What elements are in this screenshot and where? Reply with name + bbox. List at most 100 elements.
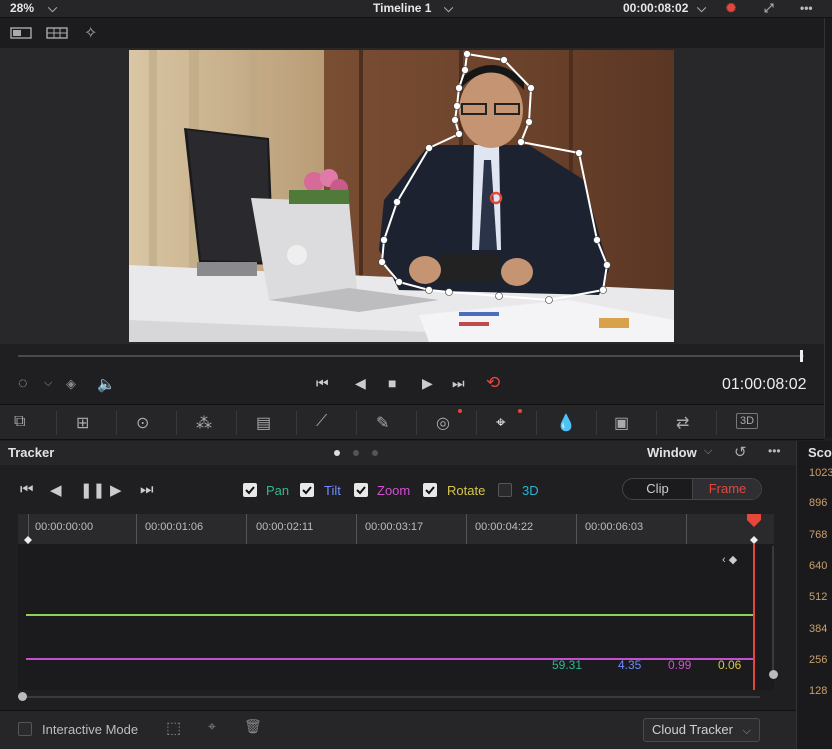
cloud-tracker-label: Cloud Tracker xyxy=(652,722,733,737)
clip-mode-button[interactable]: Clip xyxy=(623,479,692,499)
scopes-title: Scop xyxy=(808,445,832,460)
stop-icon[interactable]: ■ xyxy=(388,375,396,391)
mask-mode-icon[interactable]: ◌ xyxy=(18,375,28,393)
graph-playhead[interactable] xyxy=(753,544,755,690)
rotate-label: Rotate xyxy=(447,483,486,498)
curves-icon[interactable]: ⟋ xyxy=(316,413,338,433)
play-icon[interactable]: ▶ xyxy=(422,375,433,392)
cloud-tracker-chevron-icon: ⌵ xyxy=(742,725,751,737)
scope-level-1023: 1023 xyxy=(809,467,832,479)
loop-icon[interactable]: ⟲ xyxy=(486,373,500,393)
split-view-icon[interactable] xyxy=(10,27,32,39)
zoom-curve[interactable] xyxy=(26,658,754,660)
track-forward-icon[interactable]: ▶ xyxy=(110,481,122,499)
color-wheel-icon[interactable]: ✺ xyxy=(726,1,736,15)
color-match-icon[interactable]: ⊞ xyxy=(76,413,98,433)
tracker-icon[interactable]: ⌖ xyxy=(496,413,518,433)
play-reverse-icon[interactable]: ◀ xyxy=(355,375,366,392)
ruler-tick-3: 00:00:03:17 xyxy=(365,521,424,533)
tilt-checkbox[interactable] xyxy=(300,483,314,497)
graph-h-scroll-handle[interactable] xyxy=(18,692,27,701)
tracker-title: Tracker xyxy=(8,445,55,460)
camera-raw-icon[interactable]: ⧉ xyxy=(14,413,36,433)
timeline-name[interactable]: Timeline 1 xyxy=(373,1,431,15)
timeline-dropdown-icon[interactable]: ⌵ xyxy=(444,1,453,16)
timecode-dropdown-icon[interactable]: ⌵ xyxy=(697,1,706,16)
key-icon[interactable]: ▣ xyxy=(614,413,636,433)
scopes-panel: Scop 1023 896 768 640 512 384 256 128 xyxy=(796,441,832,749)
tracker-bottom-bar: Interactive Mode ⬚ ⌖ 🗑 Cloud Tracker ⌵ xyxy=(0,710,796,749)
tracker-options-icon[interactable]: ••• xyxy=(768,444,781,458)
reset-icon[interactable]: ↺ xyxy=(734,443,747,461)
playhead-marker-icon[interactable] xyxy=(747,514,761,528)
rgb-mixer-icon[interactable]: ⁂ xyxy=(196,413,218,433)
interactive-mode-checkbox[interactable] xyxy=(18,722,32,736)
pan-curve[interactable] xyxy=(26,614,754,616)
delete-point-icon[interactable]: 🗑 xyxy=(244,718,262,735)
magic-wand-icon[interactable]: ✧ xyxy=(84,23,97,43)
tracker-mode-dropdown-icon[interactable]: ⌵ xyxy=(704,445,712,458)
zoom-level[interactable]: 28% xyxy=(10,1,34,15)
zoom-dropdown-icon[interactable]: ⌵ xyxy=(48,1,57,16)
track-to-end-icon[interactable]: ⏭ xyxy=(140,481,154,498)
scope-level-896: 896 xyxy=(809,497,828,509)
frame-mode-button[interactable]: Frame xyxy=(692,479,761,499)
layers-icon[interactable]: ◈ xyxy=(66,376,76,392)
page-dot-3[interactable] xyxy=(372,450,378,456)
ruler-tick-2: 00:00:02:11 xyxy=(256,521,314,533)
tracker-active-dot xyxy=(518,409,522,413)
color-palette-bar: ⧉ ⊞ ⊙ ⁂ ▤ ⟋ ✎ ◎ ⌖ 💧 ▣ ⇄ 3D xyxy=(0,404,824,440)
add-point-icon[interactable]: ⌖ xyxy=(208,718,216,735)
video-frame xyxy=(129,50,674,342)
video-frame-image xyxy=(129,50,674,342)
motion-effects-icon[interactable]: ▤ xyxy=(256,413,278,433)
scope-level-256: 256 xyxy=(809,654,828,666)
scope-level-768: 768 xyxy=(809,529,828,541)
go-to-start-icon[interactable]: ⏮ xyxy=(316,375,329,392)
zoom-value: 0.99 xyxy=(668,658,692,672)
tracker-mode-select[interactable]: Window xyxy=(647,445,697,460)
rotate-checkbox[interactable] xyxy=(423,483,437,497)
page-dot-2[interactable] xyxy=(353,450,359,456)
graph-h-scroll-track[interactable] xyxy=(18,696,760,698)
tracker-header: Tracker Window ⌵ ↺ ••• xyxy=(0,441,796,465)
viewer-scrollbar[interactable] xyxy=(824,18,832,438)
primaries-icon[interactable]: ⊙ xyxy=(136,413,158,433)
graph-v-scroll-handle[interactable] xyxy=(769,670,778,679)
page-dot-1[interactable] xyxy=(334,450,340,456)
viewer-tool-row: ✧ xyxy=(0,18,832,48)
viewer-top-bar: 28% ⌵ Timeline 1 ⌵ 00:00:08:02 ⌵ ✺ ⤢ ••• xyxy=(0,0,832,18)
tracker-ruler[interactable]: 00:00:00:00 00:00:01:06 00:00:02:11 00:0… xyxy=(18,514,774,544)
ruler-tick-5: 00:00:06:03 xyxy=(585,521,644,533)
ruler-tick-1: 00:00:01:06 xyxy=(145,521,204,533)
transport-timecode: 01:00:08:02 xyxy=(722,376,807,393)
mask-mode-dropdown-icon[interactable]: ⌵ xyxy=(44,377,52,390)
blur-icon[interactable]: 💧 xyxy=(556,413,578,433)
track-to-start-icon[interactable]: ⏮ xyxy=(20,481,34,498)
graph-v-scroll-track[interactable] xyxy=(772,546,774,676)
qualifier-icon[interactable]: ✎ xyxy=(376,413,398,433)
window-icon[interactable]: ◎ xyxy=(436,413,458,433)
audio-icon[interactable]: 🔈 xyxy=(97,375,116,393)
keyframe-nav-icon[interactable]: ‹ ◆ xyxy=(722,553,737,566)
window-active-dot xyxy=(458,409,462,413)
pan-checkbox[interactable] xyxy=(243,483,257,497)
grid-view-icon[interactable] xyxy=(46,27,68,39)
go-to-end-icon[interactable]: ⏭ xyxy=(452,375,465,392)
start-keyframe-icon[interactable] xyxy=(24,536,32,544)
end-keyframe-icon[interactable] xyxy=(750,536,758,544)
fullscreen-icon[interactable]: ⤢ xyxy=(764,1,774,16)
cloud-tracker-dropdown[interactable]: Cloud Tracker ⌵ xyxy=(643,718,760,742)
viewer-timecode: 00:00:08:02 xyxy=(623,1,689,15)
track-pause-icon[interactable]: ❚❚ xyxy=(80,481,105,499)
scrub-bar[interactable] xyxy=(18,355,804,357)
3d-checkbox[interactable] xyxy=(498,483,512,497)
3d-icon[interactable]: 3D xyxy=(736,413,758,429)
sizing-icon[interactable]: ⇄ xyxy=(676,413,698,433)
more-options-icon[interactable]: ••• xyxy=(800,1,813,15)
track-reverse-icon[interactable]: ◀ xyxy=(50,481,62,499)
zoom-checkbox[interactable] xyxy=(354,483,368,497)
insert-point-icon[interactable]: ⬚ xyxy=(166,718,181,738)
tracker-graph[interactable]: ‹ ◆ 59.31 4.35 0.99 0.06 xyxy=(18,544,774,690)
scrub-playhead[interactable] xyxy=(800,350,803,362)
